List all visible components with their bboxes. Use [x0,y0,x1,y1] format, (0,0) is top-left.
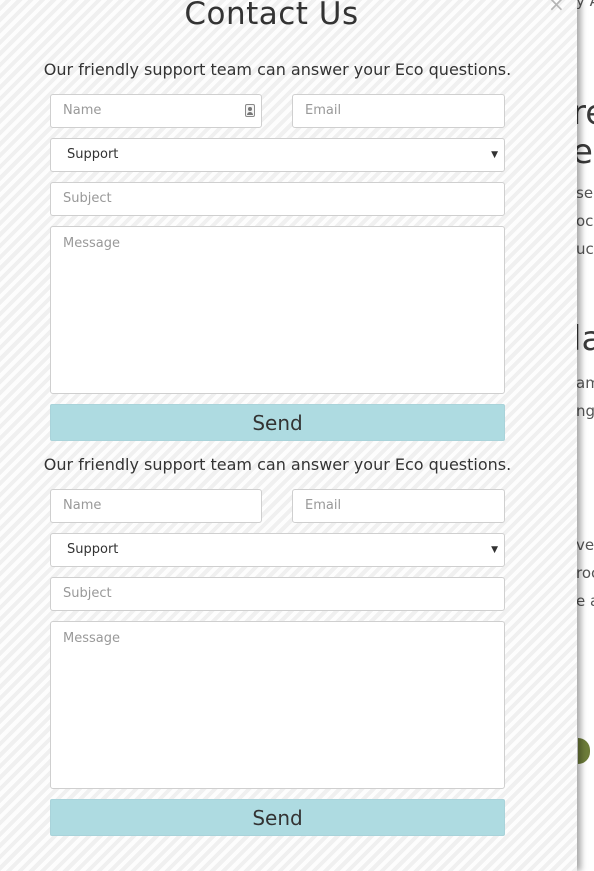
background-text: y A [576,0,594,10]
contact-modal: × Contact Us Our friendly support team c… [0,0,577,871]
background-text: ve [576,536,594,554]
department-select[interactable]: Support ▼ [50,138,505,172]
department-value: Support [67,147,119,162]
subject-placeholder: Subject [63,191,112,206]
email-placeholder: Email [305,498,342,513]
message-placeholder: Message [63,631,120,646]
background-text: e a [576,592,594,610]
email-placeholder: Email [305,103,342,118]
background-text: oci [576,212,594,230]
background-text: roc [576,564,594,582]
department-select[interactable]: Support ▼ [50,533,505,567]
send-button[interactable]: Send [50,404,505,441]
message-textarea[interactable]: Message [50,621,505,789]
department-value: Support [67,542,119,557]
page: y A re e sel oci uc la am ng ve roc e a … [0,0,594,871]
background-text: ng [576,402,594,420]
email-input[interactable]: Email [292,94,505,128]
close-icon[interactable]: × [548,0,565,14]
name-placeholder: Name [63,103,102,118]
form-intro: Our friendly support team can answer you… [43,60,512,79]
name-placeholder: Name [63,498,102,513]
subject-input[interactable]: Subject [50,182,505,216]
background-text: sel [576,184,594,202]
email-input[interactable]: Email [292,489,505,523]
name-input[interactable]: Name [50,489,262,523]
subject-input[interactable]: Subject [50,577,505,611]
contact-card-icon[interactable] [245,104,255,117]
form-intro: Our friendly support team can answer you… [43,455,512,474]
message-textarea[interactable]: Message [50,226,505,394]
send-button[interactable]: Send [50,799,505,836]
message-placeholder: Message [63,236,120,251]
caret-down-icon: ▼ [491,545,498,555]
name-input[interactable]: Name [50,94,262,128]
background-text: uc [576,240,594,258]
background-image-edge [578,738,590,764]
caret-down-icon: ▼ [491,150,498,160]
subject-placeholder: Subject [63,586,112,601]
background-text: am [576,374,594,392]
modal-title: Contact Us [184,0,359,32]
